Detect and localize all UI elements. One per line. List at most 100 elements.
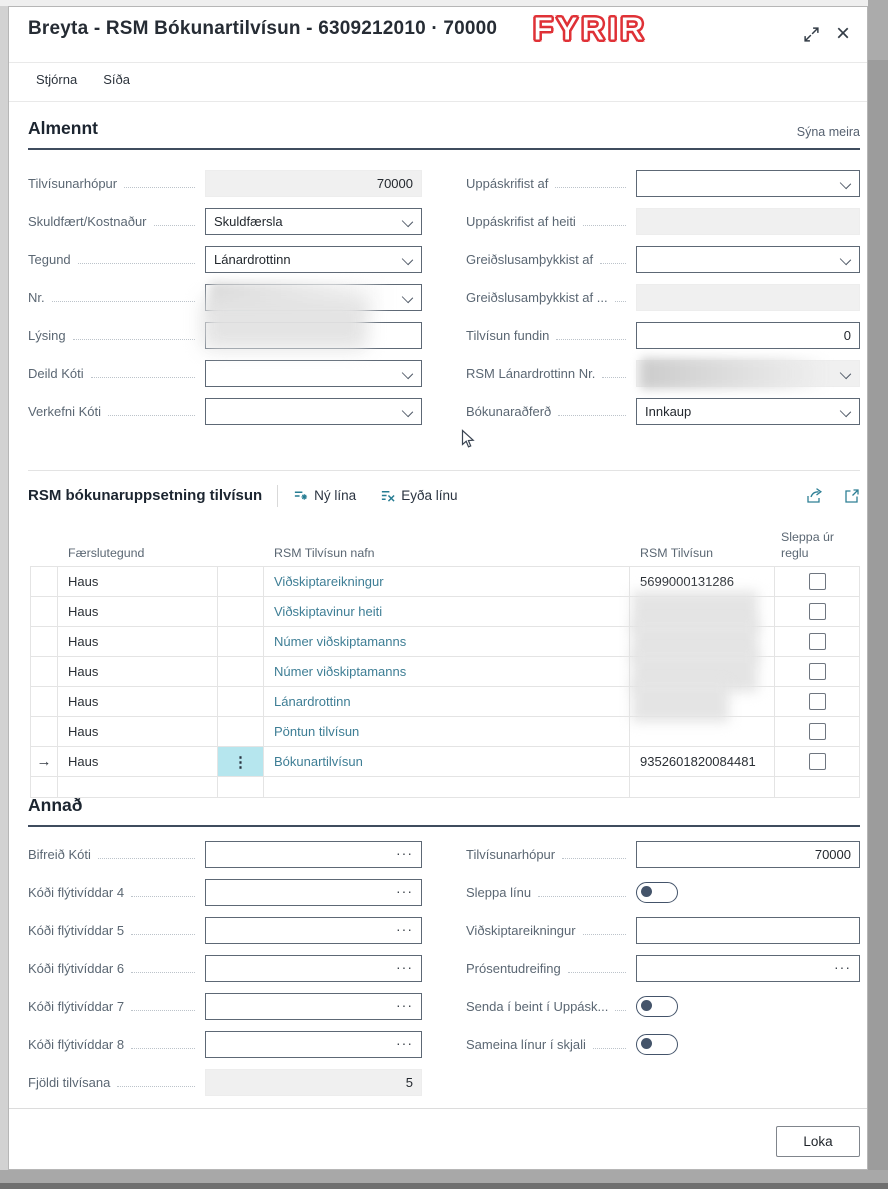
checkbox-sleppa-ur-reglu[interactable] <box>809 723 826 740</box>
cell-name-link[interactable]: Viðskiptareikningur <box>274 574 384 589</box>
cell-name-link[interactable]: Bókunartilvísun <box>274 754 363 769</box>
field-tilvisun-fundin: Tilvísun fundin 0 <box>466 322 860 360</box>
toggle-sleppa-linu[interactable] <box>636 882 678 903</box>
tilvisunarhopur-input[interactable]: 70000 <box>636 841 860 868</box>
share-icon <box>805 487 824 504</box>
toggle-sameina-linur[interactable] <box>636 1034 678 1055</box>
field-label: Kóði flýtivíddar 5 <box>28 917 124 944</box>
cell-name-link[interactable]: Lánardrottinn <box>274 694 351 709</box>
field-uppaskrifist-af-heiti: Uppáskrifist af heiti <box>466 208 860 246</box>
cell-name-link[interactable]: Númer viðskiptamanns <box>274 634 406 649</box>
kodi-flytividdar-7-input[interactable]: ··· <box>205 993 422 1020</box>
new-line-icon <box>293 488 308 503</box>
menu-bar: Stjórna Síða <box>36 72 130 87</box>
field-lysing: Lýsing <box>28 322 422 360</box>
col-header-sleppa-ur-reglu[interactable]: Sleppa úr reglu <box>775 530 860 561</box>
maximize-icon <box>803 26 820 43</box>
bokunaradferd-dropdown[interactable]: Innkaup <box>636 398 860 425</box>
menu-item-stjorna[interactable]: Stjórna <box>36 72 77 87</box>
close-button[interactable]: × <box>832 23 854 45</box>
tilvisunarhopur-readonly: 70000 <box>205 170 422 197</box>
cell-name-link[interactable]: Númer viðskiptamanns <box>274 664 406 679</box>
kodi-flytividdar-6-input[interactable]: ··· <box>205 955 422 982</box>
field-kodi-flytividdar-7: Kóði flýtivíddar 7 ··· <box>28 993 422 1031</box>
toggle-senda-i-beint[interactable] <box>636 996 678 1017</box>
deild-koti-dropdown[interactable] <box>205 360 422 387</box>
field-label: Greiðslusamþykkist af <box>466 246 593 273</box>
background-edge <box>0 1170 888 1183</box>
divider <box>277 485 278 507</box>
lookup-icon[interactable]: ··· <box>834 959 851 975</box>
checkbox-sleppa-ur-reglu[interactable] <box>809 753 826 770</box>
field-kodi-flytividdar-5: Kóði flýtivíddar 5 ··· <box>28 917 422 955</box>
kodi-flytividdar-5-input[interactable]: ··· <box>205 917 422 944</box>
menu-item-sida[interactable]: Síða <box>103 72 130 87</box>
field-greidslusamthykkist-af-heiti: Greiðslusamþykkist af ... <box>466 284 860 322</box>
checkbox-sleppa-ur-reglu[interactable] <box>809 603 826 620</box>
dotted-leader <box>583 917 626 935</box>
checkbox-sleppa-ur-reglu[interactable] <box>809 633 826 650</box>
maximize-button[interactable] <box>800 23 822 45</box>
delete-line-button[interactable]: Eyða línu <box>380 488 457 503</box>
lookup-icon[interactable]: ··· <box>396 845 413 861</box>
table-row[interactable]: Haus Viðskiptavinur heiti <box>30 597 860 627</box>
table-row[interactable]: Haus Lánardrottinn <box>30 687 860 717</box>
almennt-left-column: Tilvísunarhópur 70000 Skuldfært/Kostnaðu… <box>28 170 422 436</box>
lysing-input[interactable] <box>205 322 422 349</box>
lookup-icon[interactable]: ··· <box>396 921 413 937</box>
uppaskrifist-af-dropdown[interactable] <box>636 170 860 197</box>
field-nr: Nr. <box>28 284 422 322</box>
checkbox-sleppa-ur-reglu[interactable] <box>809 663 826 680</box>
kodi-flytividdar-8-input[interactable]: ··· <box>205 1031 422 1058</box>
checkbox-sleppa-ur-reglu[interactable] <box>809 573 826 590</box>
col-header-faerslutegund[interactable]: Færslutegund <box>58 546 218 562</box>
field-label: Kóði flýtivíddar 4 <box>28 879 124 906</box>
lookup-icon[interactable]: ··· <box>396 959 413 975</box>
close-dialog-button[interactable]: Loka <box>776 1126 860 1157</box>
col-header-rsm-tilvisun[interactable]: RSM Tilvísun <box>630 546 775 562</box>
table-row[interactable]: Haus Pöntun tilvísun <box>30 717 860 747</box>
redacted-blur <box>210 282 391 313</box>
chevron-down-icon <box>840 254 851 265</box>
field-deild-koti: Deild Kóti <box>28 360 422 398</box>
bifreid-koti-input[interactable]: ··· <box>205 841 422 868</box>
tilvisun-fundin-input[interactable]: 0 <box>636 322 860 349</box>
field-label: Bókunaraðferð <box>466 398 551 425</box>
checkbox-sleppa-ur-reglu[interactable] <box>809 693 826 710</box>
tegund-dropdown[interactable]: Lánardrottinn <box>205 246 422 273</box>
vidskiptareikningur-input[interactable] <box>636 917 860 944</box>
table-row[interactable]: Haus Númer viðskiptamanns <box>30 657 860 687</box>
section-almennt-header: Almennt Sýna meira <box>28 118 860 150</box>
skuldfaert-dropdown[interactable]: Skuldfærsla <box>205 208 422 235</box>
rsm-lanardrottinn-nr-dropdown[interactable] <box>636 360 860 387</box>
prosentudreifing-input[interactable]: ··· <box>636 955 860 982</box>
annad-left-column: Bifreið Kóti ··· Kóði flýtivíddar 4 ··· … <box>28 841 422 1107</box>
lookup-icon[interactable]: ··· <box>396 883 413 899</box>
nr-dropdown[interactable] <box>205 284 422 311</box>
open-in-new-button[interactable] <box>844 488 860 504</box>
col-header-rsm-tilvisun-nafn[interactable]: RSM Tilvísun nafn <box>264 546 630 562</box>
row-menu-button[interactable]: ⋮ <box>218 747 264 776</box>
table-row-selected[interactable]: → Haus ⋮ Bókunartilvísun 935260182008448… <box>30 747 860 777</box>
field-label: Tilvísunarhópur <box>466 841 555 868</box>
share-button[interactable] <box>805 487 824 504</box>
verkefni-koti-dropdown[interactable] <box>205 398 422 425</box>
new-line-button[interactable]: Ný lína <box>293 488 356 503</box>
dotted-leader <box>602 360 626 378</box>
field-tilvisunarhopur-annad: Tilvísunarhópur 70000 <box>466 841 860 879</box>
kodi-flytividdar-4-input[interactable]: ··· <box>205 879 422 906</box>
show-more-link[interactable]: Sýna meira <box>797 125 860 139</box>
dotted-leader <box>131 917 195 935</box>
table-row[interactable]: Haus Númer viðskiptamanns <box>30 627 860 657</box>
lookup-icon[interactable]: ··· <box>396 1035 413 1051</box>
dotted-leader <box>131 955 195 973</box>
table-row[interactable]: Haus Viðskiptareikningur 5699000131286 <box>30 567 860 597</box>
redacted-blur <box>632 621 758 662</box>
cell-name-link[interactable]: Pöntun tilvísun <box>274 724 359 739</box>
cell-name-link[interactable]: Viðskiptavinur heiti <box>274 604 382 619</box>
selected-row-arrow-icon: → <box>37 753 52 770</box>
redacted-blur <box>632 681 729 722</box>
lookup-icon[interactable]: ··· <box>396 997 413 1013</box>
greidslusamthykkist-af-dropdown[interactable] <box>636 246 860 273</box>
dotted-leader <box>124 170 195 188</box>
